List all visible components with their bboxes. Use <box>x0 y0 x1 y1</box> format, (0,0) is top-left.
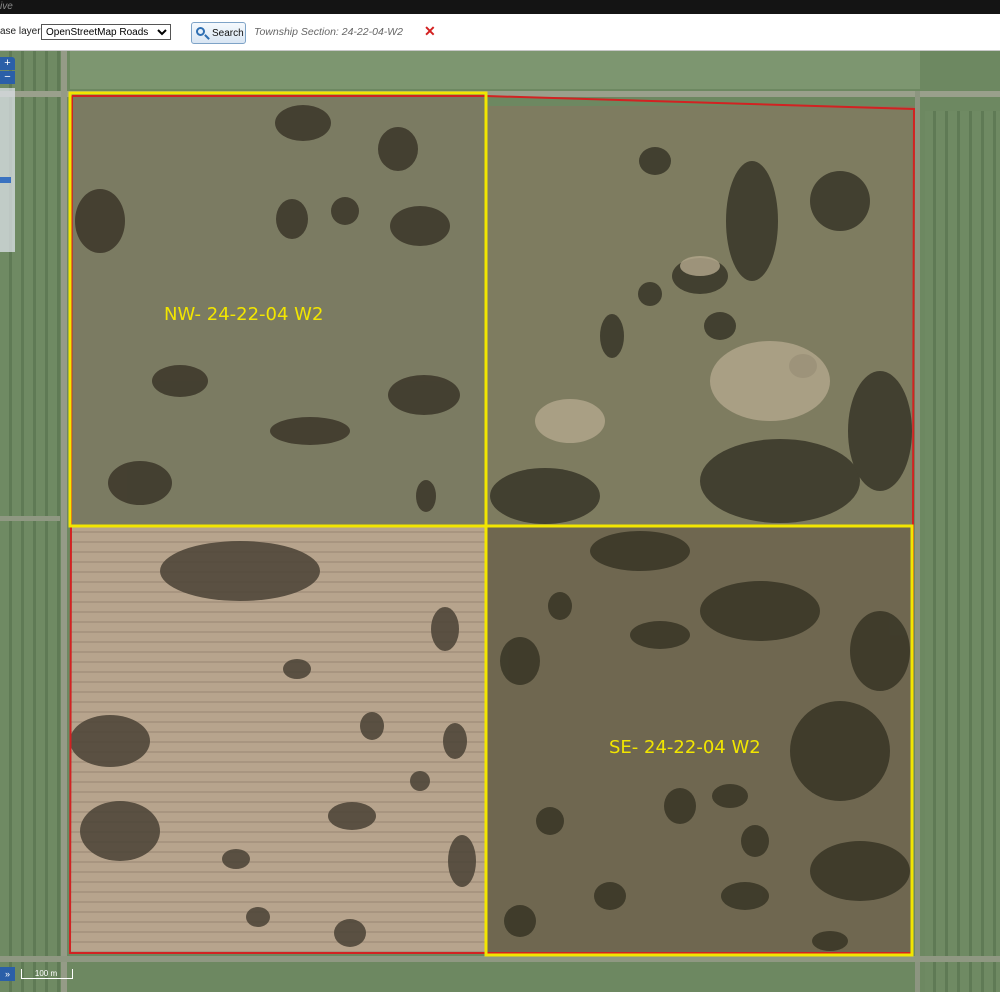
search-button-label: Search <box>212 27 244 39</box>
base-layer-select[interactable]: OpenStreetMap Roads <box>41 24 171 40</box>
close-icon[interactable]: ✕ <box>424 23 436 39</box>
top-bar: ive <box>0 0 1000 14</box>
nw-quarter-label: NW- 24-22-04 W2 <box>164 304 324 325</box>
zoom-slider-handle[interactable] <box>0 177 11 183</box>
scale-label: 100 m <box>34 969 58 978</box>
map-view[interactable]: NW- 24-22-04 W2 SE- 24-22-04 W2 + − » 10… <box>0 51 1000 992</box>
zoom-in-icon[interactable]: + <box>0 57 15 70</box>
satellite-imagery <box>0 51 1000 992</box>
township-section-label: Township Section: 24-22-04-W2 <box>254 26 404 38</box>
zoom-out-icon[interactable]: − <box>0 71 15 84</box>
map-toolbar: ase layer: OpenStreetMap Roads Search To… <box>0 14 1000 51</box>
expand-icon[interactable]: » <box>0 967 15 981</box>
zoom-slider[interactable] <box>0 88 15 252</box>
search-button[interactable]: Search <box>191 22 246 44</box>
search-icon <box>196 27 205 36</box>
se-quarter-label: SE- 24-22-04 W2 <box>609 737 761 758</box>
top-bar-text: ive <box>0 1 13 12</box>
base-layer-label: ase layer: <box>0 26 44 37</box>
